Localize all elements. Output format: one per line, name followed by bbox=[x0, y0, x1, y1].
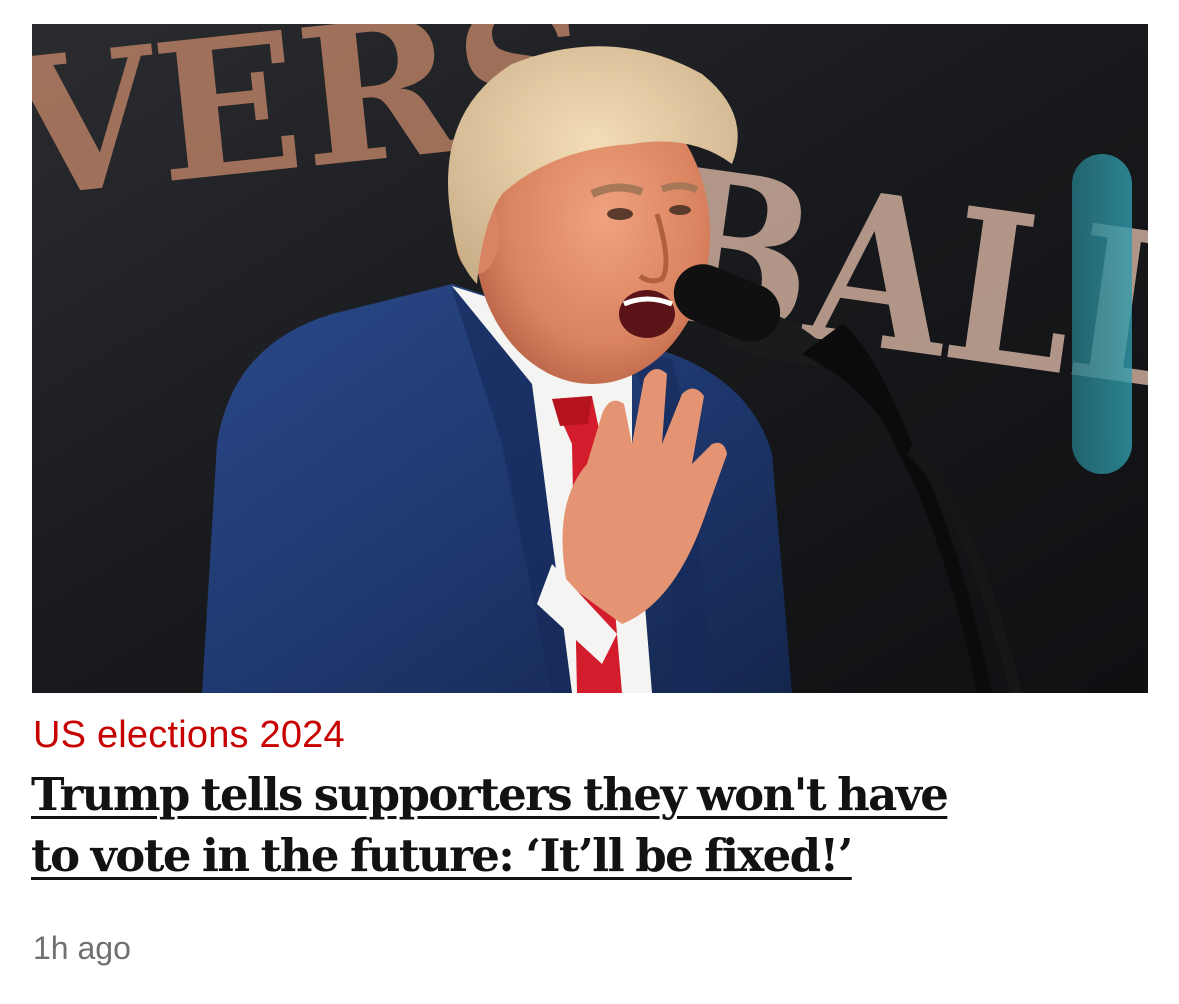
section-label[interactable]: US elections 2024 bbox=[33, 712, 345, 758]
timestamp: 1h ago bbox=[33, 930, 131, 966]
article-card[interactable]: VERS BALLC US elections 2024 Trump tells… bbox=[0, 0, 1179, 1004]
headline-line-2: to vote in the future: ‘It’ll be fixed!’ bbox=[31, 829, 853, 882]
headline-link[interactable]: Trump tells supporters they won't have t… bbox=[31, 764, 1141, 886]
headline-line-1: Trump tells supporters they won't have bbox=[31, 768, 949, 821]
article-hero-image[interactable]: VERS BALLC bbox=[32, 24, 1148, 693]
article-headline[interactable]: Trump tells supporters they won't have t… bbox=[31, 764, 1141, 886]
